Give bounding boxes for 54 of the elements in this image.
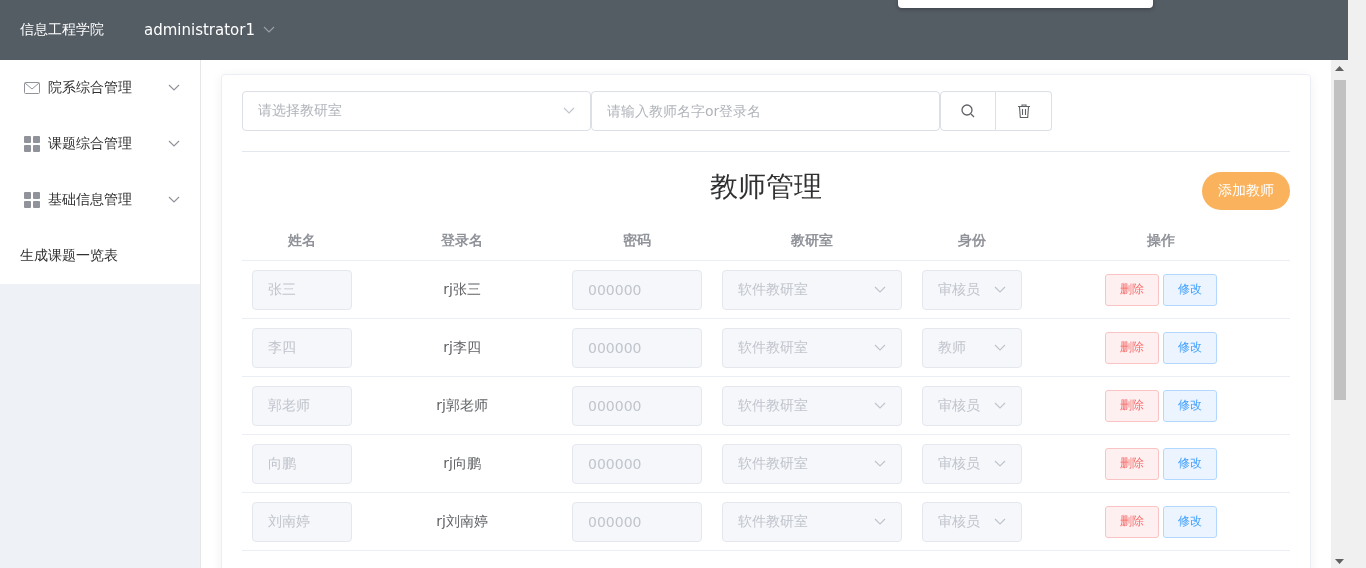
edit-button[interactable]: 修改: [1163, 447, 1217, 480]
grid-icon: [24, 136, 40, 152]
table-cell: rj李四: [443, 338, 481, 357]
delete-button[interactable]: 删除: [1105, 505, 1159, 538]
page-scrollbar[interactable]: [1348, 0, 1366, 568]
chevron-down-icon: [874, 343, 886, 352]
user-menu[interactable]: administrator1: [144, 21, 275, 39]
search-field[interactable]: 请输入教师名字or登录名: [591, 91, 940, 131]
chevron-down-icon: [874, 517, 886, 526]
chevron-down-icon: [994, 459, 1006, 468]
chevron-down-icon: [994, 343, 1006, 352]
sidebar-item[interactable]: 院系综合管理: [0, 60, 200, 116]
chevron-down-icon: [563, 107, 575, 115]
search-icon: [961, 104, 975, 118]
scrollbar[interactable]: [1331, 60, 1349, 568]
column-header: 姓名: [288, 232, 316, 250]
delete-button[interactable]: 删除: [1105, 331, 1159, 364]
edit-button[interactable]: 修改: [1163, 505, 1217, 538]
search-button[interactable]: [940, 91, 996, 131]
table-cell: rj郭老师: [436, 396, 488, 415]
edit-button[interactable]: 修改: [1163, 331, 1217, 364]
delete-button[interactable]: 删除: [1105, 447, 1159, 480]
sidebar-item[interactable]: 基础信息管理: [0, 172, 200, 228]
scroll-up-icon[interactable]: [1335, 66, 1344, 71]
mail-icon: [24, 82, 40, 94]
chevron-down-icon: [263, 26, 275, 34]
sidebar-item[interactable]: 生成课题一览表: [0, 228, 200, 284]
column-header: 登录名: [441, 232, 483, 250]
chevron-down-icon: [874, 401, 886, 410]
chevron-down-icon: [994, 285, 1006, 294]
trash-icon: [1017, 104, 1030, 118]
edit-button[interactable]: 修改: [1163, 273, 1217, 306]
chevron-down-icon: [874, 459, 886, 468]
column-header: 身份: [958, 232, 986, 250]
column-header: 操作: [1147, 232, 1175, 250]
edit-button[interactable]: 修改: [1163, 389, 1217, 422]
brand-title: 信息工程学院: [20, 21, 104, 39]
table-cell: rj刘南婷: [436, 512, 488, 531]
delete-button[interactable]: [996, 91, 1052, 131]
delete-button[interactable]: 删除: [1105, 273, 1159, 306]
chevron-down-icon: [994, 517, 1006, 526]
page-title: 教师管理: [710, 169, 822, 205]
add-teacher-button[interactable]: 添加教师: [1202, 172, 1290, 210]
column-header: 密码: [623, 232, 651, 250]
scroll-down-icon[interactable]: [1335, 559, 1344, 564]
column-header: 教研室: [791, 232, 833, 250]
chevron-down-icon: [994, 401, 1006, 410]
chevron-down-icon: [874, 285, 886, 294]
delete-button[interactable]: 删除: [1105, 389, 1159, 422]
table-cell: rj张三: [443, 280, 481, 299]
table-cell: rj向鹏: [443, 454, 481, 473]
office-select[interactable]: 请选择教研室: [242, 91, 591, 131]
sidebar-item[interactable]: 课题综合管理: [0, 116, 200, 172]
grid-icon: [24, 192, 40, 208]
